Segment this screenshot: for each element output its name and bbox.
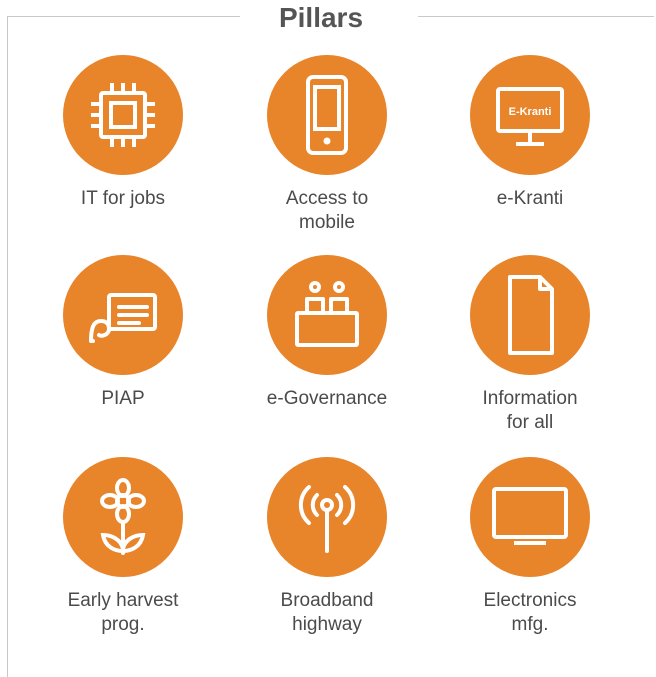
pillar-circle	[470, 255, 590, 375]
pillar-circle	[63, 55, 183, 175]
broadcast-antenna-icon	[298, 485, 356, 553]
mobile-phone-icon	[306, 75, 348, 155]
monitor-icon: E-Kranti	[496, 87, 564, 146]
pillar-label: Access to mobile	[285, 188, 369, 233]
pillar-it-for-jobs: IT for jobs	[33, 55, 213, 211]
governance-desk-icon	[295, 281, 359, 347]
pillar-electronics-mfg: Electronics mfg.	[440, 457, 620, 637]
e-kranti-screen-text: E-Kranti	[509, 106, 552, 118]
pillar-circle	[267, 457, 387, 577]
pillar-e-governance: e-Governance	[237, 255, 417, 411]
pillar-information-for-all: Information for all	[440, 255, 620, 435]
chip-icon	[91, 83, 155, 147]
pillar-early-harvest-prog: Early harvest prog.	[33, 457, 213, 637]
pillar-label: e-Governance	[266, 388, 388, 409]
pillars-grid: IT for jobs Access to mobile E-Kranti e-…	[0, 0, 656, 655]
pillar-label: e-Kranti	[496, 188, 564, 209]
pillar-label: Early harvest prog.	[67, 590, 179, 635]
pillar-broadband-highway: Broadband highway	[237, 457, 417, 637]
pillar-circle	[63, 457, 183, 577]
pillar-circle	[267, 255, 387, 375]
document-icon	[508, 275, 554, 355]
pillar-label: IT for jobs	[80, 188, 166, 209]
pillar-circle	[470, 457, 590, 577]
presentation-board-icon	[89, 293, 157, 343]
pillar-label: Broadband highway	[280, 590, 374, 635]
flower-icon	[100, 478, 146, 555]
pillar-circle	[63, 255, 183, 375]
pillar-piap: PIAP	[33, 255, 213, 411]
pillar-label: Electronics mfg.	[483, 590, 577, 635]
pillar-circle: E-Kranti	[470, 55, 590, 175]
tv-screen-icon	[492, 487, 568, 545]
pillar-access-to-mobile: Access to mobile	[237, 55, 417, 235]
pillar-label: Information for all	[482, 388, 578, 433]
pillar-label: PIAP	[101, 388, 145, 409]
pillar-e-kranti: E-Kranti e-Kranti	[440, 55, 620, 211]
pillar-circle	[267, 55, 387, 175]
